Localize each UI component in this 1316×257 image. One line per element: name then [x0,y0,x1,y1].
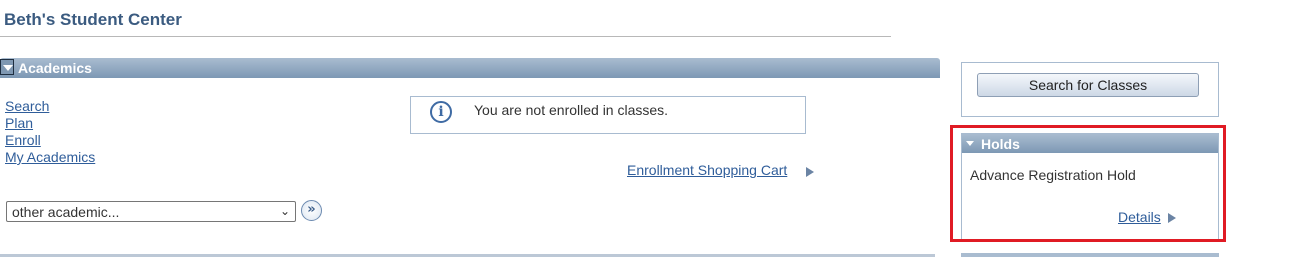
collapse-toggle-button[interactable] [0,59,14,75]
enrollment-notice-text: You are not enrolled in classes. [474,102,669,118]
search-classes-panel: Search for Classes [961,62,1219,117]
go-button[interactable]: » [301,200,322,221]
academics-section-title: Academics [18,60,92,76]
plan-link[interactable]: Plan [5,115,95,132]
chevron-down-icon: ⌄ [279,204,290,218]
page-title: Beth's Student Center [4,10,182,29]
academics-section-header: Academics [0,58,940,78]
academics-links: Search Plan Enroll My Academics [5,98,95,166]
my-academics-link[interactable]: My Academics [5,149,95,166]
title-divider [0,36,891,37]
next-panel-header [961,253,1219,257]
other-academic-select[interactable]: other academic... ⌄ [6,201,296,222]
highlight-box [950,125,1226,242]
triangle-down-icon [3,65,13,71]
info-icon: i [430,101,452,123]
arrow-right-icon[interactable] [806,167,814,177]
search-link[interactable]: Search [5,98,95,115]
search-for-classes-button[interactable]: Search for Classes [977,73,1199,97]
other-academic-select-value: other academic... [12,204,120,220]
enrollment-shopping-cart-link[interactable]: Enrollment Shopping Cart [627,162,787,178]
enroll-link[interactable]: Enroll [5,132,95,149]
enrollment-notice: i You are not enrolled in classes. [410,96,806,134]
